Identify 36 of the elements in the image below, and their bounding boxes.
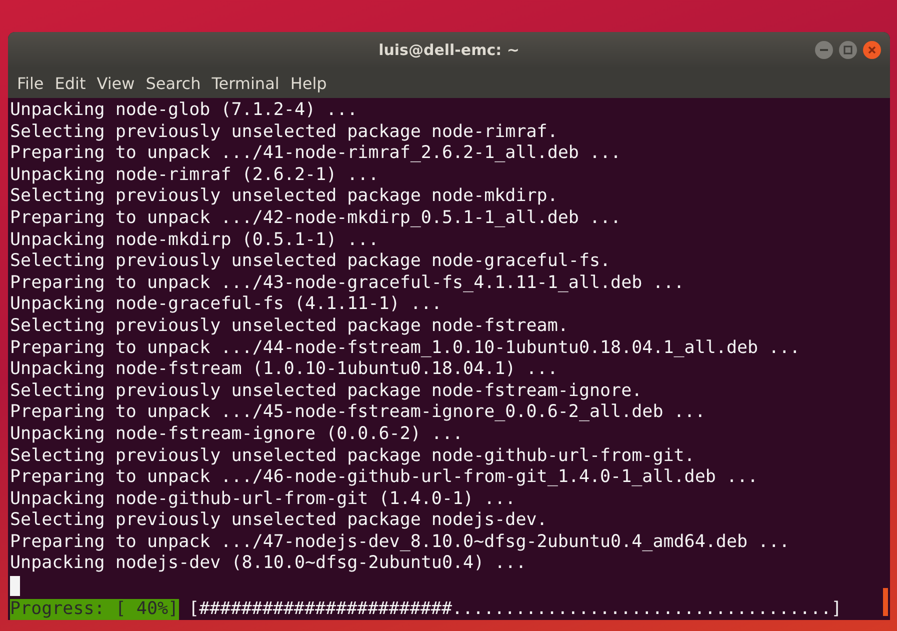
scrollbar-thumb[interactable]	[883, 588, 888, 616]
terminal-line: Unpacking nodejs-dev (8.10.0~dfsg-2ubuntu0.4) ...	[10, 553, 526, 576]
terminal-line: Unpacking node-fstream-ignore (0.0.6-2) ...	[10, 424, 464, 446]
terminal-line: Unpacking node-github-url-from-git (1.4.0-1) ...	[10, 488, 516, 510]
menu-item[interactable]: View	[96, 74, 136, 92]
terminal-line: Unpacking node-mkdirp (0.5.1-1) ...	[10, 230, 379, 252]
terminal-line: Preparing to unpack .../46-node-github-url-from-git_1.4.0-1_all.deb ...	[10, 467, 758, 489]
menu-item[interactable]: Terminal	[210, 74, 280, 92]
terminal-line: Unpacking node-fstream (1.0.10-1ubuntu0.18.04.1) ...	[10, 359, 558, 381]
terminal-line: Selecting previously unselected package node-fstream.	[10, 316, 568, 338]
terminal-line: Preparing to unpack .../41-node-rimraf_2.6.2-1_all.deb ...	[10, 143, 622, 165]
menu-item[interactable]: Help	[289, 74, 328, 92]
window-title: luis@dell-emc: ~	[378, 41, 520, 59]
terminal-line: Selecting previously unselected package node-fstream-ignore.	[10, 380, 642, 402]
menu-item[interactable]: Search	[144, 74, 202, 92]
menu-item[interactable]: Edit	[54, 74, 87, 92]
progress-bar-text: [########################....................................]	[188, 599, 842, 620]
terminal-line: Preparing to unpack .../44-node-fstream_1.0.10-1ubuntu0.18.04.1_all.deb ...	[10, 338, 800, 360]
terminal-line: Preparing to unpack .../43-node-graceful-fs_4.1.11-1_all.deb ...	[10, 272, 684, 294]
terminal-line: Selecting previously unselected package nodejs-dev.	[10, 510, 548, 532]
close-icon[interactable]	[862, 40, 882, 60]
terminal-line: Unpacking node-glob (7.1.2-4) ...	[10, 100, 358, 122]
terminal-line: Unpacking node-graceful-fs (4.1.11-1) ...	[10, 294, 442, 316]
terminal-line: Preparing to unpack .../42-node-mkdirp_0.5.1-1_all.deb ...	[10, 208, 622, 230]
terminal-line: Preparing to unpack .../47-nodejs-dev_8.10.0~dfsg-2ubuntu0.4_amd64.deb ...	[10, 532, 790, 554]
maximize-icon[interactable]	[838, 40, 858, 60]
minimize-icon[interactable]	[814, 40, 834, 60]
menu-item[interactable]: File	[16, 74, 45, 92]
terminal-line: Unpacking node-rimraf (2.6.2-1) ...	[10, 164, 379, 186]
terminal-line: Selecting previously unselected package node-rimraf.	[10, 122, 558, 144]
terminal-line: Selecting previously unselected package node-graceful-fs.	[10, 251, 611, 273]
terminal-line: Selecting previously unselected package node-mkdirp.	[10, 186, 558, 208]
progress-label: Progress: [ 40%]	[10, 599, 179, 620]
text-cursor	[10, 576, 20, 596]
terminal-line: Selecting previously unselected package node-github-url-from-git.	[10, 446, 695, 468]
terminal-line: Preparing to unpack .../45-node-fstream-ignore_0.0.6-2_all.deb ...	[10, 402, 706, 424]
